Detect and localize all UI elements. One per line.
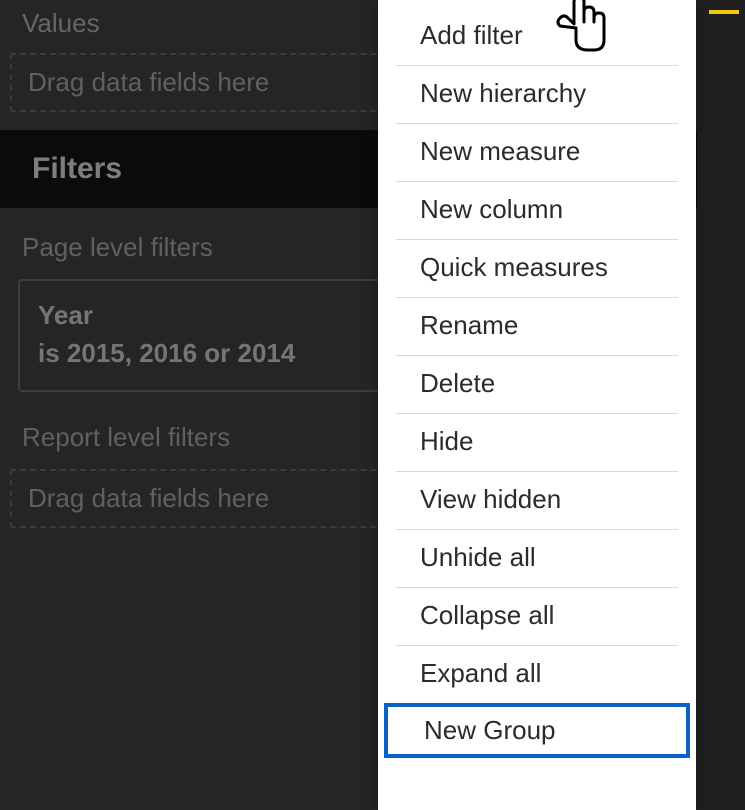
right-strip xyxy=(697,0,745,810)
menu-item-quick-measures[interactable]: Quick measures xyxy=(396,240,678,298)
menu-item-new-hierarchy[interactable]: New hierarchy xyxy=(396,66,678,124)
context-menu: Add filter New hierarchy New measure New… xyxy=(378,0,696,810)
accent-underline xyxy=(709,10,739,14)
menu-item-new-column[interactable]: New column xyxy=(396,182,678,240)
menu-item-add-filter[interactable]: Add filter xyxy=(396,8,678,66)
menu-item-rename[interactable]: Rename xyxy=(396,298,678,356)
menu-item-expand-all[interactable]: Expand all xyxy=(396,646,678,703)
menu-item-hide[interactable]: Hide xyxy=(396,414,678,472)
menu-item-new-measure[interactable]: New measure xyxy=(396,124,678,182)
menu-item-collapse-all[interactable]: Collapse all xyxy=(396,588,678,646)
menu-item-unhide-all[interactable]: Unhide all xyxy=(396,530,678,588)
menu-item-view-hidden[interactable]: View hidden xyxy=(396,472,678,530)
menu-item-delete[interactable]: Delete xyxy=(396,356,678,414)
menu-item-new-group[interactable]: New Group xyxy=(384,703,690,758)
